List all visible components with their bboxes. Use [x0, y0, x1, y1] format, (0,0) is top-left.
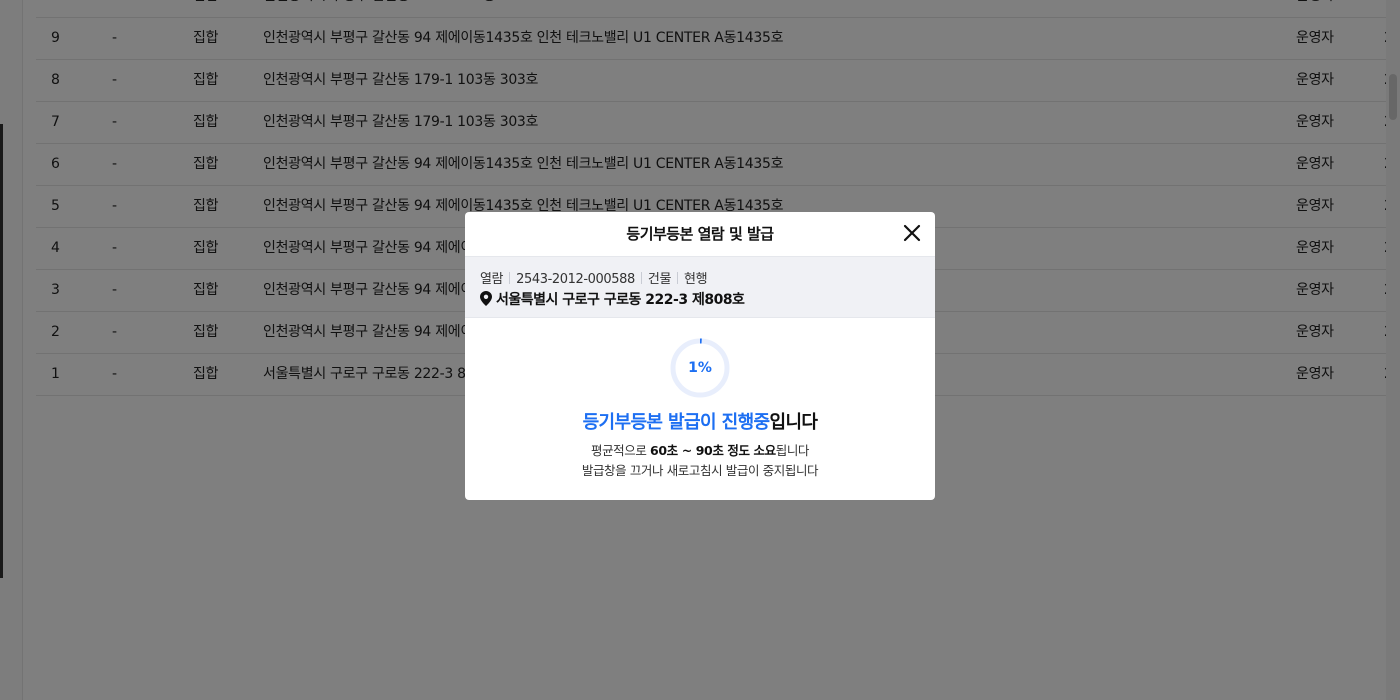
desc-duration-pre: 평균적으로	[590, 443, 651, 458]
progress-ring: 1%	[670, 338, 730, 398]
issue-description: 평균적으로 60초 ~ 90초 정도 소요됩니다 발급창을 끄거나 새로고침시 …	[465, 441, 935, 481]
status-rest: 입니다	[769, 412, 818, 433]
issue-status-message: 등기부등본 발급이 진행중입니다	[465, 408, 935, 434]
property-address: 서울특별시 구로구 구로동 222-3 제808호	[480, 289, 920, 310]
status-highlight: 등기부등본 발급이 진행중	[582, 412, 771, 433]
close-icon[interactable]	[901, 222, 923, 244]
meta-property-type: 건물	[647, 272, 672, 287]
desc-duration-bold: 60초 ~ 90초 정도 소요	[650, 443, 776, 458]
modal-header: 등기부등본 열람 및 발급	[465, 212, 935, 256]
progress-percent: 1%	[688, 360, 712, 376]
meta-divider	[677, 272, 679, 284]
meta-registry-number: 2543-2012-000588	[516, 272, 635, 287]
meta-status: 현행	[684, 272, 708, 287]
desc-warning: 발급창을 끄거나 새로고침시 발급이 중지됩니다	[581, 463, 819, 478]
registry-issue-modal: 등기부등본 열람 및 발급 열람 2543-2012-000588 건물 현행 서울특…	[465, 212, 935, 500]
property-address-text: 서울특별시 구로구 구로동 222-3 제808호	[496, 292, 745, 308]
desc-duration-post: 됩니다	[775, 443, 810, 458]
location-pin-icon	[480, 291, 492, 310]
meta-view-type: 열람	[480, 272, 504, 287]
meta-divider	[509, 272, 511, 284]
desc-duration: 평균적으로 60초 ~ 90초 정도 소요됩니다	[465, 441, 935, 461]
modal-title: 등기부등본 열람 및 발급	[626, 225, 774, 243]
property-meta: 열람 2543-2012-000588 건물 현행	[480, 257, 920, 288]
property-info-panel: 열람 2543-2012-000588 건물 현행 서울특별시 구로구 구로동 222…	[465, 256, 935, 318]
meta-divider	[640, 272, 642, 284]
